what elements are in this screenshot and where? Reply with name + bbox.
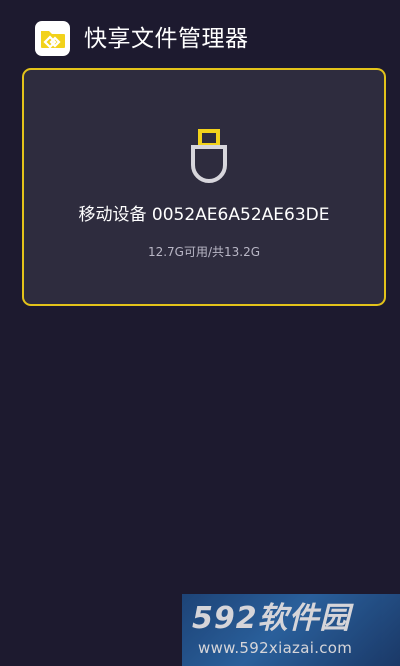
device-storage-info: 12.7G可用/共13.2G <box>147 245 261 259</box>
app-header: 快享文件管理器 <box>0 0 400 66</box>
app-screen: 快享文件管理器 移动设备 0052AE6A52AE63DE 12.7G可用/共1… <box>0 0 400 666</box>
site-watermark: 592软件园 www.592xiazai.com <box>182 594 400 666</box>
folder-link-icon <box>35 21 70 56</box>
app-title: 快享文件管理器 <box>84 26 249 52</box>
watermark-brand: 592软件园 <box>192 601 351 636</box>
storage-device-card[interactable]: 移动设备 0052AE6A52AE63DE 12.7G可用/共13.2G <box>22 68 386 306</box>
storage-device-card-body: 移动设备 0052AE6A52AE63DE 12.7G可用/共13.2G <box>27 73 381 301</box>
usb-drive-icon <box>188 128 230 184</box>
watermark-url: www.592xiazai.com <box>198 639 353 657</box>
device-name: 移动设备 0052AE6A52AE63DE <box>78 205 330 225</box>
